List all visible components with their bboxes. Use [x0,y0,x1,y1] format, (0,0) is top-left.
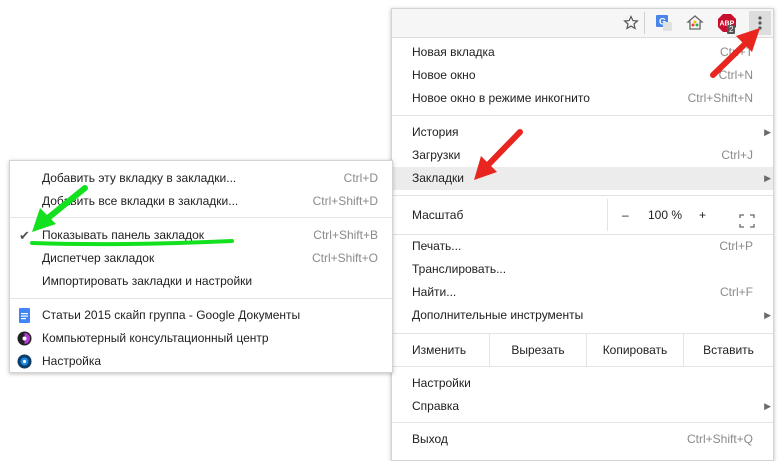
cut-button[interactable]: Вырезать [490,334,586,366]
submenu-item-bookmark-this-tab[interactable]: Добавить эту вкладку в закладки... Ctrl+… [10,167,392,190]
adblock-badge-count: 2 [727,25,736,34]
menu-item-downloads[interactable]: Загрузки Ctrl+J [392,144,773,167]
menu-item-bookmarks[interactable]: Закладки ▶ [392,167,773,190]
menu-item-new-tab[interactable]: Новая вкладка Ctrl+T [392,41,773,64]
home-apps-icon[interactable] [685,13,705,33]
menu-divider [392,115,773,116]
zoom-out-button[interactable]: – [622,199,629,231]
menu-item-print[interactable]: Печать... Ctrl+P [392,235,773,258]
menu-item-history[interactable]: История ▶ [392,121,773,144]
browser-toolbar: G ABP 2 [392,9,773,38]
submenu-arrow-icon: ▶ [764,401,771,411]
paste-button[interactable]: Вставить [684,334,773,366]
google-translate-icon[interactable]: G [654,13,674,33]
menu-divider [392,422,773,423]
edit-label: Изменить [412,343,467,357]
bookmark-settings[interactable]: Настройка [10,350,392,373]
zoom-control: – 100 % + [607,199,774,231]
menu-item-more-tools[interactable]: Дополнительные инструменты ▶ [392,304,773,327]
submenu-item-bookmark-all-tabs[interactable]: Добавить все вкладки в закладки... Ctrl+… [10,190,392,213]
zoom-level: 100 % [648,208,683,222]
menu-item-incognito[interactable]: Новое окно в режиме инкогнито Ctrl+Shift… [392,87,773,110]
edit-row: Изменить Вырезать Копировать Вставить [392,333,773,367]
submenu-item-bookmark-manager[interactable]: Диспетчер закладок Ctrl+Shift+O [10,247,392,270]
bookmark-computer-center[interactable]: Компьютерный консультационный центр [10,327,392,350]
menu-item-settings[interactable]: Настройки [392,372,773,395]
menu-item-find[interactable]: Найти... Ctrl+F [392,281,773,304]
menu-item-cast[interactable]: Транслировать... [392,258,773,281]
submenu-item-import-bookmarks[interactable]: Импортировать закладки и настройки [10,270,392,293]
google-docs-icon [17,308,32,323]
bookmarks-submenu: Добавить эту вкладку в закладки... Ctrl+… [9,160,393,373]
menu-item-help[interactable]: Справка ▶ [392,395,773,418]
menu-divider [392,195,773,196]
menu-divider [10,217,392,218]
menu-item-exit[interactable]: Выход Ctrl+Shift+Q [392,428,773,451]
checkmark-icon: ✔ [19,228,30,243]
submenu-arrow-icon: ▶ [764,310,771,320]
copy-button[interactable]: Копировать [587,334,683,366]
menu-kebab-icon[interactable] [749,11,771,35]
submenu-arrow-icon: ▶ [764,173,771,183]
menu-divider [10,298,392,299]
chrome-main-menu: G ABP 2 Новая вкладка Ctrl+T Новое окно … [391,8,774,461]
site-favicon-icon [17,354,32,369]
bookmark-google-docs[interactable]: Статьи 2015 скайп группа - Google Докуме… [10,304,392,327]
menu-item-new-window[interactable]: Новое окно Ctrl+N [392,64,773,87]
submenu-item-show-bookmarks-bar[interactable]: ✔ Показывать панель закладок Ctrl+Shift+… [10,224,392,247]
zoom-row: Масштаб – 100 % + [392,199,773,231]
adblock-plus-icon[interactable]: ABP 2 [717,13,737,34]
zoom-in-button[interactable]: + [699,199,706,231]
submenu-arrow-icon: ▶ [764,127,771,137]
site-favicon-icon [17,331,32,346]
star-icon[interactable] [621,13,641,33]
